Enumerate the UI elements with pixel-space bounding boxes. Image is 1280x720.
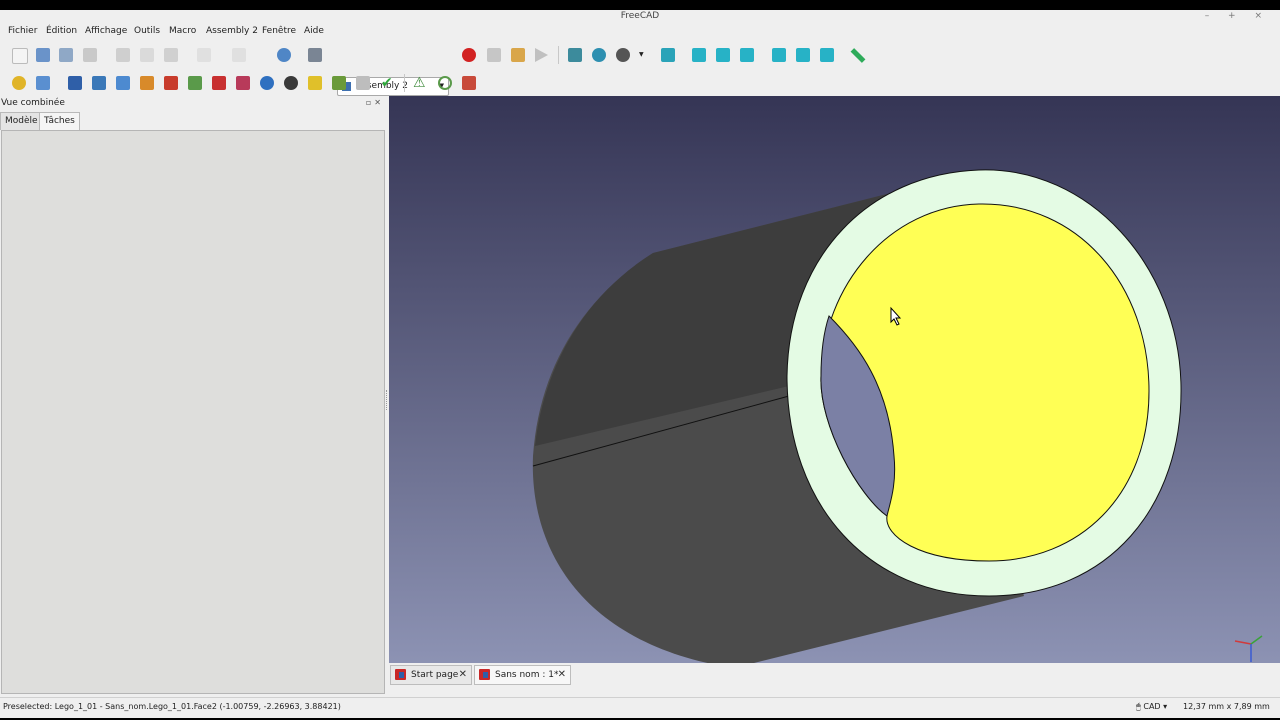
fit-selection-icon[interactable] xyxy=(592,48,606,62)
tab-sans-nom[interactable]: Sans nom : 1* ✕ xyxy=(474,665,571,685)
fit-all-icon[interactable] xyxy=(568,48,582,62)
right-view-icon[interactable] xyxy=(740,48,754,62)
menu-macro[interactable]: Macro xyxy=(169,26,196,36)
panel-float-close-buttons[interactable]: ▫✕ xyxy=(366,98,384,107)
axis-indicator-icon xyxy=(1234,635,1263,662)
status-bar: Preselected: Lego_1_01 - Sans_nom.Lego_1… xyxy=(0,697,1280,718)
application-window: FreeCAD – + × Fichier Édition Affichage … xyxy=(0,10,1280,718)
cut-icon[interactable] xyxy=(116,48,130,62)
constraint-1-icon[interactable] xyxy=(164,76,178,90)
toolbar-separator xyxy=(558,46,559,64)
mouse-icon: 🖱 xyxy=(1136,702,1141,711)
measure-icon[interactable] xyxy=(850,48,866,63)
front-view-icon[interactable] xyxy=(692,48,706,62)
check-icon[interactable]: ✔ xyxy=(381,76,393,90)
warning-icon[interactable]: ⚠ xyxy=(413,76,426,90)
menu-fichier[interactable]: Fichier xyxy=(8,26,37,36)
top-view-icon[interactable] xyxy=(716,48,730,62)
tab-start-page[interactable]: Start page ✕ xyxy=(390,665,472,685)
save-icon[interactable] xyxy=(59,48,73,62)
move-part-icon[interactable] xyxy=(116,76,130,90)
tab-start-page-label: Start page xyxy=(411,670,459,680)
menu-edition[interactable]: Édition xyxy=(46,26,77,36)
draw-style-icon[interactable] xyxy=(616,48,630,62)
menu-affichage[interactable]: Affichage xyxy=(85,26,127,36)
menu-aide[interactable]: Aide xyxy=(304,26,324,36)
constraint-4-icon[interactable] xyxy=(236,76,250,90)
update-parts-icon[interactable] xyxy=(92,76,106,90)
task-panel-body xyxy=(1,130,385,694)
whats-this-icon[interactable] xyxy=(308,48,322,62)
document-tab-bar: Start page ✕ Sans nom : 1* ✕ xyxy=(389,663,1280,685)
3d-scene xyxy=(532,169,1263,668)
open-file-icon[interactable] xyxy=(36,48,50,62)
combo-view-panel: Vue combinée ▫✕ Modèle Tâches xyxy=(0,96,388,694)
solve-icon[interactable] xyxy=(260,76,274,90)
panel-title: Vue combinée xyxy=(1,98,65,108)
macro-stop-icon[interactable] xyxy=(487,48,501,62)
freecad-icon xyxy=(479,669,490,680)
chevron-down-icon[interactable]: ▼ xyxy=(639,51,644,58)
view-dimensions: 12,37 mm x 7,89 mm xyxy=(1183,702,1270,711)
navigation-style-selector[interactable]: 🖱 CAD ▾ xyxy=(1136,702,1167,712)
freecad-icon xyxy=(395,669,406,680)
refresh-icon[interactable] xyxy=(277,48,291,62)
mirror-icon[interactable] xyxy=(140,76,154,90)
main-toolbar: Assembly 2 ▼ ▼ xyxy=(0,42,1280,96)
animate-icon[interactable] xyxy=(284,76,298,90)
menu-fenetre[interactable]: Fenêtre xyxy=(262,26,296,36)
macro-record-icon[interactable] xyxy=(462,48,476,62)
menu-bar: Fichier Édition Affichage Outils Macro A… xyxy=(0,24,1280,40)
list-icon[interactable] xyxy=(356,76,370,90)
close-icon[interactable]: ✕ xyxy=(459,666,467,684)
macro-edit-icon[interactable] xyxy=(511,48,525,62)
tab-sans-nom-label: Sans nom : 1* xyxy=(495,670,559,680)
3d-viewport[interactable] xyxy=(389,96,1280,673)
bom-icon[interactable] xyxy=(308,76,322,90)
title-bar: FreeCAD – + × xyxy=(0,10,1280,22)
bottom-view-icon[interactable] xyxy=(796,48,810,62)
window-title: FreeCAD xyxy=(620,11,660,21)
copy-icon[interactable] xyxy=(140,48,154,62)
new-file-icon[interactable] xyxy=(12,48,28,64)
window-controls[interactable]: – + × xyxy=(1205,10,1270,22)
preselection-status: Preselected: Lego_1_01 - Sans_nom.Lego_1… xyxy=(3,702,341,711)
assembly-new-icon[interactable] xyxy=(12,76,26,90)
part-info-icon[interactable] xyxy=(332,76,346,90)
import-part-icon[interactable] xyxy=(68,76,82,90)
assembly-toolbar: ✔ ⚠ xyxy=(0,70,1280,94)
rear-view-icon[interactable] xyxy=(772,48,786,62)
toolbar-separator xyxy=(404,74,405,92)
tab-modele[interactable]: Modèle xyxy=(0,112,43,130)
menu-outils[interactable]: Outils xyxy=(134,26,160,36)
undo-icon[interactable] xyxy=(197,48,211,62)
macro-run-icon[interactable] xyxy=(535,48,548,62)
left-view-icon[interactable] xyxy=(820,48,834,62)
menu-assembly2[interactable]: Assembly 2 xyxy=(206,26,258,36)
chevron-down-icon: ▾ xyxy=(1163,702,1168,711)
degrees-of-freedom-icon[interactable] xyxy=(438,76,452,90)
clear-icon[interactable] xyxy=(462,76,476,90)
redo-icon[interactable] xyxy=(232,48,246,62)
constraint-3-icon[interactable] xyxy=(212,76,226,90)
navigation-style-label: CAD xyxy=(1143,702,1161,711)
assembly-open-icon[interactable] xyxy=(36,76,50,90)
close-icon[interactable]: ✕ xyxy=(558,666,566,684)
tab-taches[interactable]: Tâches xyxy=(39,112,80,130)
constraint-2-icon[interactable] xyxy=(188,76,202,90)
save-as-icon[interactable] xyxy=(83,48,97,62)
isometric-view-icon[interactable] xyxy=(661,48,675,62)
paste-icon[interactable] xyxy=(164,48,178,62)
